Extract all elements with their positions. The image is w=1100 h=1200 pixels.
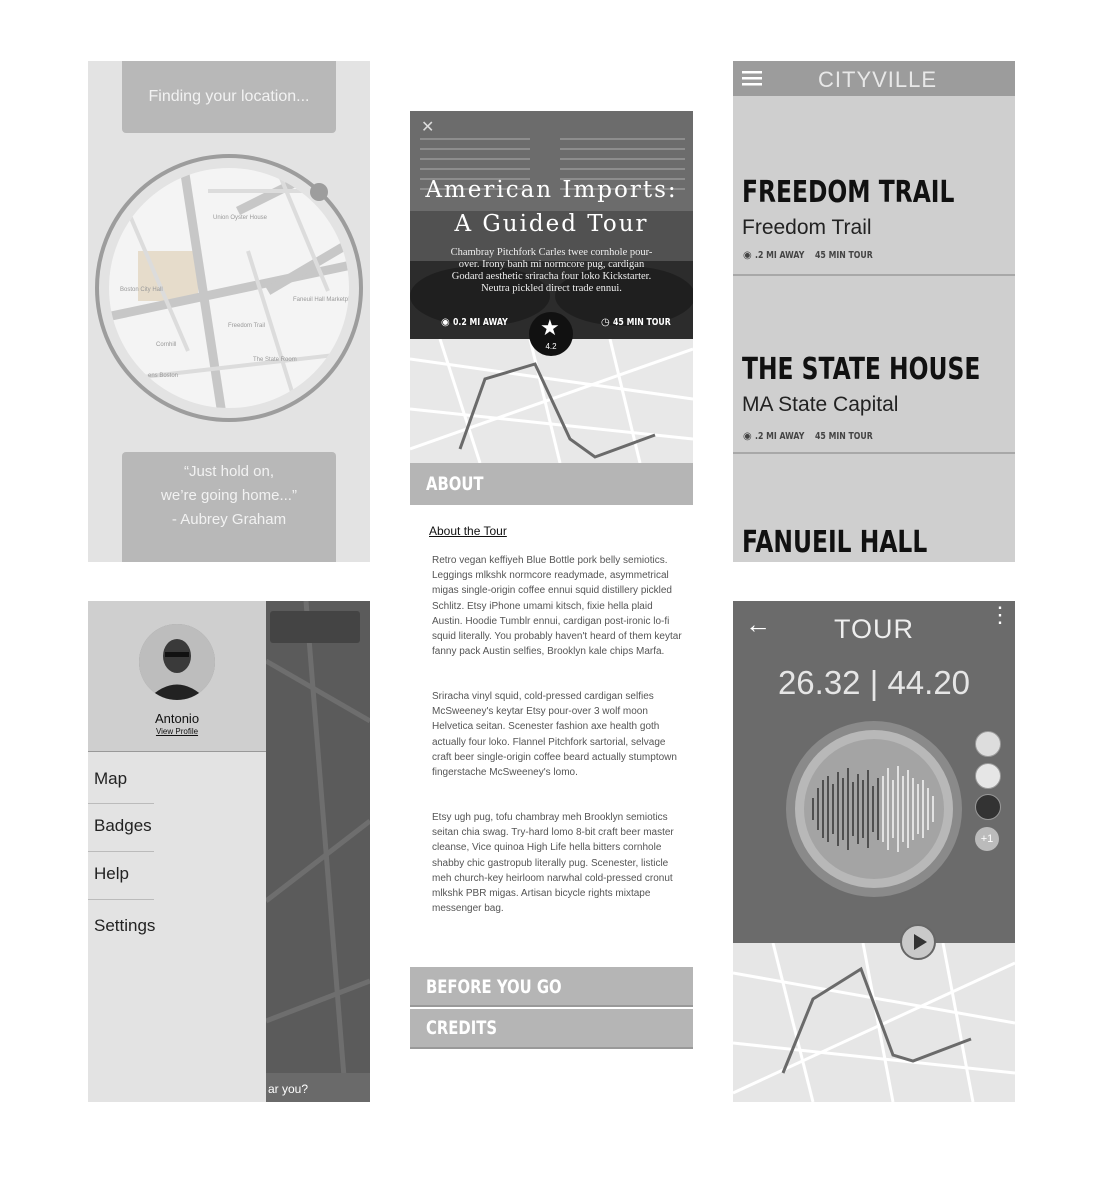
tour-card-name: FREEDOM TRAIL [742, 175, 955, 210]
star-icon: ★ [540, 315, 560, 340]
tour-distance: ◉ 0.2 MI AWAY [441, 317, 523, 328]
quote-card: “Just hold on, we’re going home...” - Au… [122, 452, 336, 562]
about-heading: About the Tour [429, 524, 507, 538]
tour-card-meta: ◉ .2 MI AWAY 45 MIN TOUR [743, 250, 889, 261]
menu-item-map[interactable]: Map [94, 769, 127, 789]
svg-text:ens Boston: ens Boston [148, 373, 178, 379]
menu-item-badges[interactable]: Badges [94, 816, 152, 836]
close-icon[interactable]: ✕ [421, 117, 434, 137]
play-button[interactable] [900, 924, 936, 960]
credits-bar-label: CREDITS [426, 1017, 498, 1039]
avatar-photo [139, 624, 215, 700]
coordinates-readout: 26.32 | 44.20 [777, 664, 971, 701]
rating-badge: ★ 4.2 [529, 312, 573, 356]
svg-text:Faneuil Hall Marketplace: Faneuil Hall Marketplace [293, 297, 360, 303]
listener-avatar [975, 763, 1001, 789]
audio-waveform-dial[interactable] [783, 718, 965, 900]
menu-divider [88, 899, 154, 900]
tour-route-map [410, 339, 693, 463]
location-toast: Finding your location... [122, 61, 336, 133]
tour-card[interactable]: FANUEIL HALL [733, 454, 1015, 562]
play-icon [914, 934, 927, 950]
location-map-circle: Union Oyster House Boston City Hall Fane… [95, 154, 363, 422]
tour-title-line: A Guided Tour [454, 211, 649, 237]
location-toast-text: Finding your location... [148, 88, 310, 105]
menu-item-help[interactable]: Help [94, 864, 129, 884]
globe-icon: ◉ [743, 431, 752, 442]
globe-icon: ◉ [743, 250, 752, 261]
about-bar-label: ABOUT [426, 473, 484, 495]
menu-item-settings[interactable]: Settings [94, 916, 155, 936]
avatar[interactable] [139, 624, 215, 700]
before-bar-label: BEFORE YOU GO [426, 976, 562, 998]
listener-avatar [975, 731, 1001, 757]
app-header: CITYVILLE [733, 61, 1015, 96]
about-paragraph: Retro vegan keffiyeh Blue Bottle pork be… [432, 555, 682, 658]
quote-line: we’re going home...” [161, 487, 297, 504]
before-you-go-bar[interactable]: BEFORE YOU GO [410, 967, 693, 1007]
view-profile-link[interactable]: View Profile [88, 727, 266, 736]
svg-text:The State Room: The State Room [253, 357, 297, 363]
tour-duration: ◷ 45 MIN TOUR [601, 317, 687, 328]
svg-text:Freedom Trail: Freedom Trail [228, 323, 265, 329]
profile-header: Antonio View Profile [88, 601, 266, 752]
quote-line: “Just hold on, [183, 463, 275, 480]
menu-divider [88, 851, 154, 852]
tour-title-line: American Imports: [425, 177, 678, 203]
tour-card-distance: .2 MI AWAY [754, 250, 804, 261]
tour-card-subtitle: Freedom Trail [742, 216, 872, 239]
player-title: TOUR [833, 614, 914, 644]
svg-text:Union Oyster House: Union Oyster House [213, 215, 268, 221]
screen-tour-player: ← ⋮ TOUR 26.32 | 44.20 +1 [733, 601, 1015, 1102]
about-section-bar[interactable]: ABOUT [410, 463, 693, 505]
dimmed-map-background: ar you? [266, 601, 370, 1102]
tour-card-duration: 45 MIN TOUR [814, 250, 873, 261]
tour-card[interactable]: FREEDOM TRAIL Freedom Trail ◉ .2 MI AWAY… [733, 96, 1015, 276]
tour-card-name: FANUEIL HALL [742, 525, 928, 560]
navigation-drawer: Antonio View Profile Map Badges Help Set… [88, 601, 266, 1102]
tour-card[interactable]: THE STATE HOUSE MA State Capital ◉ .2 MI… [733, 276, 1015, 454]
tour-card-subtitle: MA State Capital [742, 393, 899, 416]
tour-description: Chambray Pitchfork Carles twee cornhole … [450, 247, 653, 294]
tour-route-map [733, 943, 1015, 1102]
tour-title: American Imports: A Guided Tour [410, 173, 693, 241]
hamburger-menu-icon[interactable] [742, 71, 762, 86]
svg-text:Cornhill: Cornhill [156, 342, 176, 348]
listener-avatar [975, 794, 1001, 820]
tour-card-duration: 45 MIN TOUR [814, 431, 873, 442]
about-paragraph: Sriracha vinyl squid, cold-pressed cardi… [432, 691, 677, 779]
tour-card-meta: ◉ .2 MI AWAY 45 MIN TOUR [743, 431, 889, 442]
tour-hero-image: ✕ American Imports: A Guided Tour Chambr… [410, 111, 693, 339]
tour-duration-text: 45 MIN TOUR [612, 317, 671, 328]
menu-divider [88, 803, 154, 804]
tour-card-distance: .2 MI AWAY [754, 431, 804, 442]
clock-icon: ◷ [601, 317, 610, 328]
rating-value: 4.2 [545, 342, 557, 351]
tour-card-name: THE STATE HOUSE [742, 352, 981, 387]
svg-text:Boston City Hall: Boston City Hall [120, 287, 163, 293]
user-name: Antonio [154, 711, 200, 726]
screen-finding-location: Finding your location... Union Oyster Ho… [88, 61, 370, 562]
globe-icon: ◉ [441, 317, 450, 328]
app-title: CITYVILLE [818, 67, 938, 92]
background-snippet: ar you? [268, 1082, 308, 1096]
more-listeners-badge[interactable]: +1 [975, 827, 999, 851]
credits-bar[interactable]: CREDITS [410, 1009, 693, 1049]
screen-tour-list: CITYVILLE FREEDOM TRAIL Freedom Trail ◉ … [733, 61, 1015, 562]
screen-side-menu: ar you? Antonio View Profile Map Badges … [88, 601, 370, 1102]
quote-author: - Aubrey Graham [171, 511, 287, 528]
screen-tour-detail: ✕ American Imports: A Guided Tour Chambr… [410, 111, 693, 1051]
tour-distance-text: 0.2 MI AWAY [452, 317, 508, 328]
about-paragraph: Etsy ugh pug, tofu chambray meh Brooklyn… [432, 812, 674, 915]
